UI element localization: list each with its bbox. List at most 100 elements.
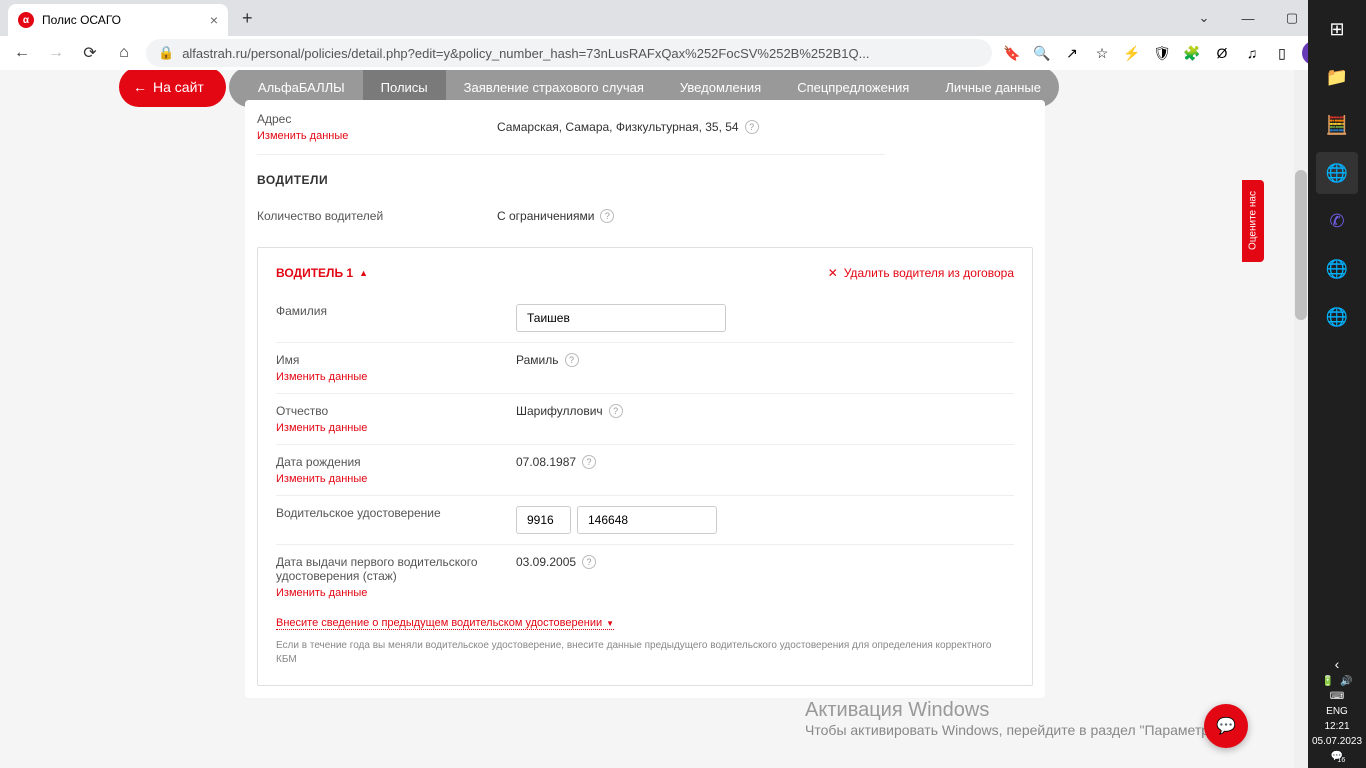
- new-tab-button[interactable]: +: [236, 8, 259, 29]
- name-label: Имя: [276, 353, 516, 367]
- playlist-icon[interactable]: ♫: [1242, 43, 1262, 63]
- language-indicator[interactable]: ENG: [1326, 706, 1348, 717]
- help-icon[interactable]: ?: [609, 404, 623, 418]
- help-icon[interactable]: ?: [582, 455, 596, 469]
- issue-date-row: Дата выдачи первого водительского удосто…: [276, 545, 1014, 609]
- remove-driver-label: Удалить водителя из договора: [844, 266, 1014, 280]
- change-issue-link[interactable]: Изменить данные: [276, 587, 516, 599]
- home-button[interactable]: ⌂: [112, 41, 136, 65]
- change-name-link[interactable]: Изменить данные: [276, 371, 516, 383]
- puzzle-icon[interactable]: 🧩: [1182, 43, 1202, 63]
- chat-button[interactable]: 💬: [1204, 704, 1248, 748]
- driver-count-value: С ограничениями: [497, 209, 594, 223]
- hint-text: Если в течение года вы меняли водительск…: [276, 639, 1014, 667]
- favicon: α: [18, 12, 34, 28]
- license-series-input[interactable]: [516, 506, 571, 534]
- license-number-input[interactable]: [577, 506, 717, 534]
- ext-icon[interactable]: 🔖: [1002, 43, 1022, 63]
- notif-badge: 16: [1337, 757, 1345, 764]
- change-dob-link[interactable]: Изменить данные: [276, 473, 516, 485]
- issue-date-value: 03.09.2005: [516, 555, 576, 569]
- notifications-icon[interactable]: 💬16: [1331, 751, 1343, 762]
- back-site-label: На сайт: [153, 79, 204, 95]
- scrollbar-thumb[interactable]: [1295, 170, 1307, 320]
- chevron-up-icon: ▲: [359, 268, 368, 278]
- chrome-icon[interactable]: 🌐: [1316, 152, 1358, 194]
- viber-icon[interactable]: ✆: [1316, 200, 1358, 242]
- start-button[interactable]: ⊞: [1316, 8, 1358, 50]
- clock-time[interactable]: 12:21: [1324, 721, 1349, 732]
- help-icon[interactable]: ?: [565, 353, 579, 367]
- previous-license-link[interactable]: Внесите сведение о предыдущем водительск…: [276, 617, 614, 630]
- patronymic-row: Отчество Изменить данные Шарифуллович ?: [276, 394, 1014, 445]
- chevron-down-icon: ▼: [606, 619, 614, 628]
- change-patr-link[interactable]: Изменить данные: [276, 422, 516, 434]
- lock-icon: 🔒: [158, 45, 174, 61]
- explorer-icon[interactable]: 📁: [1316, 56, 1358, 98]
- browser-tab[interactable]: α Полис ОСАГО ×: [8, 4, 228, 36]
- patronymic-value: Шарифуллович: [516, 404, 603, 418]
- shield-icon[interactable]: 🛡: [1152, 43, 1172, 63]
- main-card: Адрес Изменить данные Самарская, Самара,…: [245, 100, 1045, 698]
- change-address-link[interactable]: Изменить данные: [257, 130, 497, 142]
- reload-button[interactable]: ⟳: [78, 41, 102, 65]
- driver-card: ВОДИТЕЛЬ 1 ▲ ✕ Удалить водителя из догов…: [257, 247, 1033, 686]
- keyboard-icon[interactable]: ⌨: [1330, 691, 1344, 702]
- back-to-site-button[interactable]: ← На сайт: [119, 70, 226, 107]
- help-icon[interactable]: ?: [745, 120, 759, 134]
- opera-icon[interactable]: Ø: [1212, 43, 1232, 63]
- dob-value: 07.08.1987: [516, 455, 576, 469]
- tab-bar: α Полис ОСАГО × + ⌄ — ▢ ✕: [0, 0, 1366, 36]
- star-icon[interactable]: ☆: [1092, 43, 1112, 63]
- patronymic-label: Отчество: [276, 404, 516, 418]
- prev-license-label: Внесите сведение о предыдущем водительск…: [276, 617, 602, 629]
- surname-row: Фамилия: [276, 294, 1014, 343]
- tab-close-icon[interactable]: ×: [210, 12, 218, 28]
- back-button[interactable]: ←: [10, 41, 34, 65]
- bolt-icon[interactable]: ⚡: [1122, 43, 1142, 63]
- name-row: Имя Изменить данные Рамиль ?: [276, 343, 1014, 394]
- chrome2-icon[interactable]: 🌐: [1316, 248, 1358, 290]
- tab-title: Полис ОСАГО: [42, 13, 121, 27]
- driver-title-label: ВОДИТЕЛЬ 1: [276, 266, 353, 280]
- help-icon[interactable]: ?: [582, 555, 596, 569]
- calculator-icon[interactable]: 🧮: [1316, 104, 1358, 146]
- activation-title: Активация Windows: [805, 699, 1228, 722]
- chrome3-icon[interactable]: 🌐: [1316, 296, 1358, 338]
- dropdown-icon[interactable]: ⌄: [1182, 2, 1226, 34]
- issue-date-label: Дата выдачи первого водительского удосто…: [276, 555, 516, 583]
- remove-driver-link[interactable]: ✕ Удалить водителя из договора: [828, 266, 1014, 280]
- license-label: Водительское удостоверение: [276, 506, 516, 520]
- page-viewport: АльфаБАЛЛЫПолисыЗаявление страхового слу…: [0, 70, 1308, 768]
- clock-date[interactable]: 05.07.2023: [1312, 736, 1362, 747]
- close-icon: ✕: [828, 266, 838, 280]
- name-value: Рамиль: [516, 353, 559, 367]
- surname-input[interactable]: [516, 304, 726, 332]
- url-input[interactable]: 🔒 alfastrah.ru/personal/policies/detail.…: [146, 39, 992, 67]
- vertical-scrollbar[interactable]: [1294, 70, 1308, 768]
- forward-button[interactable]: →: [44, 41, 68, 65]
- chat-icon: 💬: [1216, 716, 1236, 736]
- address-row: Адрес Изменить данные Самарская, Самара,…: [257, 100, 885, 155]
- browser-chrome: α Полис ОСАГО × + ⌄ — ▢ ✕ ← → ⟳ ⌂ 🔒 alfa…: [0, 0, 1366, 70]
- feedback-label: Оцените нас: [1248, 192, 1259, 251]
- panel-icon[interactable]: ▯: [1272, 43, 1292, 63]
- battery-icon[interactable]: 🔋: [1322, 676, 1334, 687]
- driver-count-label: Количество водителей: [257, 209, 497, 223]
- help-icon[interactable]: ?: [600, 209, 614, 223]
- chevron-left-icon[interactable]: ‹: [1335, 656, 1340, 672]
- share-icon[interactable]: ↗: [1062, 43, 1082, 63]
- license-row: Водительское удостоверение: [276, 496, 1014, 545]
- feedback-tab[interactable]: Оцените нас: [1242, 180, 1264, 262]
- driver-toggle[interactable]: ВОДИТЕЛЬ 1 ▲: [276, 266, 368, 280]
- search-icon[interactable]: 🔍: [1032, 43, 1052, 63]
- address-label: Адрес: [257, 112, 497, 126]
- address-value: Самарская, Самара, Физкультурная, 35, 54: [497, 120, 739, 134]
- dob-row: Дата рождения Изменить данные 07.08.1987…: [276, 445, 1014, 496]
- extension-icons: 🔖 🔍 ↗ ☆ ⚡ 🛡 🧩 Ø ♫ ▯ И ⋮: [1002, 41, 1356, 65]
- windows-activation-overlay: Активация Windows Чтобы активировать Win…: [805, 699, 1228, 738]
- volume-icon[interactable]: 🔊: [1340, 676, 1352, 687]
- drivers-section-title: ВОДИТЕЛИ: [245, 155, 1045, 197]
- minimize-button[interactable]: —: [1226, 2, 1270, 34]
- url-text: alfastrah.ru/personal/policies/detail.ph…: [182, 46, 869, 61]
